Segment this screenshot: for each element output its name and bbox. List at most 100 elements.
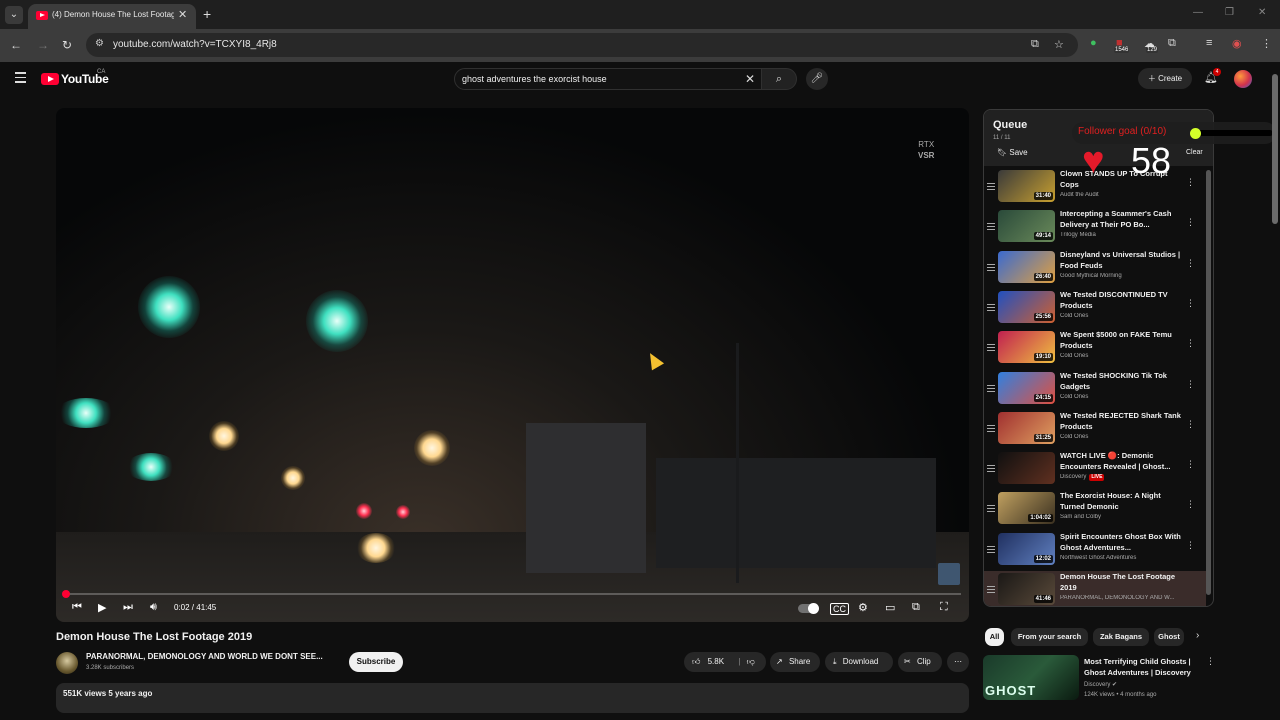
more-actions-button[interactable]: ⋯ [947,652,969,672]
queue-item[interactable]: 24:15 We Tested SHOCKING Tik Tok Gadgets C… [984,370,1206,410]
drag-handle-icon[interactable] [987,545,995,555]
queue-scrollbar[interactable] [1206,170,1211,595]
youtube-logo-icon[interactable] [41,73,59,85]
restore-icon[interactable]: ❐ [1225,7,1234,18]
extensions-puzzle-icon[interactable]: ⧉ [1168,37,1176,50]
queue-thumbnail[interactable]: 49:14 [998,210,1055,243]
more-vertical-icon[interactable]: ⋮ [1186,217,1195,228]
queue-item[interactable]: 41:46 Demon House The Lost Footage 2019 PA… [984,571,1206,606]
next-icon[interactable]: ⏭︎ [123,601,133,614]
queue-item[interactable]: 12:02 Spirit Encounters Ghost Box With Gh… [984,531,1206,571]
video-player[interactable]: RTX VSR ⏮︎ ▶︎ ⏭︎ 🔊︎ 0:02 / 41:45 CC ⚙ ▭ ⧉… [56,108,969,622]
clear-search-icon[interactable]: ✕ [745,72,755,86]
queue-thumbnail[interactable] [998,452,1055,485]
tab-close-icon[interactable]: ✕ [178,8,187,21]
drag-handle-icon[interactable] [987,465,995,474]
queue-thumbnail[interactable]: 12:02 [998,532,1055,565]
reload-button[interactable]: ↻ [62,38,72,52]
queue-item[interactable]: 25:56 We Tested DISCONTINUED TV Products C… [984,289,1206,329]
queue-item[interactable]: 19:10 We Spent $5000 on FAKE Temu Product… [984,329,1206,369]
extension-shield-icon[interactable]: ● [1090,37,1097,49]
volume-icon[interactable]: 🔊︎ [150,601,157,614]
cast-icon[interactable]: ⧉ [912,601,920,614]
queue-thumbnail[interactable]: 1:04:02 [998,492,1055,525]
save-queue-button[interactable]: 🔖︎ Save [997,148,1028,157]
site-info-icon[interactable]: ⚙ [95,38,104,49]
minimize-icon[interactable]: — [1193,7,1203,18]
download-button[interactable]: ⤓ Download [825,652,893,672]
filter-chip[interactable]: All [985,628,1004,646]
channel-avatar[interactable] [56,652,78,674]
profile-icon[interactable]: ◉ [1232,37,1242,50]
subscribe-button[interactable]: Subscribe [349,652,403,672]
more-vertical-icon[interactable]: ⋮ [1186,177,1195,188]
bookmark-star-icon[interactable]: ☆ [1054,38,1064,51]
drag-handle-icon[interactable] [987,384,995,394]
drag-handle-icon[interactable] [987,263,995,273]
chips-next-icon[interactable]: › [1196,630,1199,641]
filter-chip[interactable]: Ghost [1154,628,1184,646]
search-input[interactable]: ghost adventures the exorcist house ✕ [454,68,762,90]
like-icon[interactable]: 👍︎ [692,652,700,672]
suggested-channel-name[interactable]: Discovery [1084,682,1110,688]
share-button[interactable]: ↗ Share [770,652,820,672]
play-icon[interactable]: ▶︎ [98,601,106,614]
queue-thumbnail[interactable]: 31:25 [998,411,1055,444]
suggested-video-thumbnail[interactable]: GHOST [983,655,1079,700]
more-vertical-icon[interactable]: ⋮ [1186,419,1195,430]
queue-item[interactable]: 31:25 We Tested REJECTED Shark Tank Produ… [984,410,1206,450]
more-vertical-icon[interactable]: ⋮ [1186,379,1195,390]
theater-mode-icon[interactable]: ▭ [885,601,895,614]
filter-chip[interactable]: From your search [1011,628,1088,646]
more-vertical-icon[interactable]: ⋮ [1186,338,1195,349]
more-vertical-icon[interactable]: ⋮ [1186,459,1195,470]
browser-tab[interactable]: (4) Demon House The Lost Footage ✕ [28,4,196,29]
drag-handle-icon[interactable] [987,303,995,313]
drag-handle-icon[interactable] [987,424,995,434]
queue-item[interactable]: 1:04:02 The Exorcist House: A Night Turne… [984,490,1206,530]
drag-handle-icon[interactable] [987,586,995,595]
install-app-icon[interactable]: ⧉ [1031,38,1039,51]
queue-thumbnail[interactable]: 19:10 [998,331,1055,364]
voice-search-button[interactable]: 🎤︎ [806,68,828,90]
browser-menu-icon[interactable]: ⋮ [1261,37,1272,50]
like-count[interactable]: 5.8K [708,652,724,672]
queue-thumbnail[interactable]: 26:40 [998,250,1055,283]
page-scrollbar-thumb[interactable] [1272,74,1278,224]
queue-item[interactable]: WATCH LIVE 🔴: Demonic Encounters Reveale… [984,450,1206,490]
tab-search-button[interactable]: ⌄ [5,6,23,24]
close-window-icon[interactable]: ✕ [1258,7,1266,18]
more-vertical-icon[interactable]: ⋮ [1186,258,1195,269]
queue-thumbnail[interactable]: 31:40 [998,170,1055,202]
address-bar[interactable]: ⚙ youtube.com/watch?v=TCXYI8_4Rj8 ⧉ ☆ [86,33,1078,57]
queue-thumbnail[interactable]: 41:46 [998,573,1055,605]
more-vertical-icon[interactable]: ⋮ [1186,540,1195,551]
account-avatar[interactable] [1234,70,1252,88]
drag-handle-icon[interactable] [987,344,995,353]
filter-chip[interactable]: Zak Bagans [1093,628,1149,646]
more-vertical-icon[interactable]: ⋮ [1186,499,1195,510]
dislike-icon[interactable]: 👎︎ [747,652,755,672]
queue-item[interactable]: 49:14 Intercepting a Scammer's Cash Deliv… [984,208,1206,248]
forward-button[interactable]: → [37,38,49,52]
channel-watermark[interactable] [938,563,960,585]
drag-handle-icon[interactable] [987,505,995,514]
more-vertical-icon[interactable]: ⋮ [1206,656,1215,667]
clear-queue-button[interactable]: Clear [1186,149,1203,156]
back-button[interactable]: ← [10,38,22,52]
new-tab-button[interactable]: + [203,6,211,22]
menu-icon[interactable] [15,72,26,86]
create-button[interactable]: ＋ Create [1138,68,1192,89]
queue-thumbnail[interactable]: 24:15 [998,371,1055,404]
suggested-video-title[interactable]: Most Terrifying Child Ghosts | Ghost Adv… [1084,656,1194,678]
seek-bar[interactable] [62,590,961,598]
fullscreen-icon[interactable]: ⛶ [940,601,948,614]
description-box[interactable]: 551K views 5 years ago [56,683,969,713]
media-controls-icon[interactable]: ≡ [1206,37,1212,49]
channel-name[interactable]: PARANORMAL, DEMONOLOGY AND WORLD WE DONT… [86,652,344,661]
clip-button[interactable]: ✂ Clip [898,652,942,672]
queue-item[interactable]: 26:40 Disneyland vs Universal Studios | F… [984,249,1206,289]
search-button[interactable]: ⌕ [761,68,797,90]
page-scrollbar[interactable] [1272,62,1278,694]
autoplay-toggle[interactable] [798,603,819,614]
